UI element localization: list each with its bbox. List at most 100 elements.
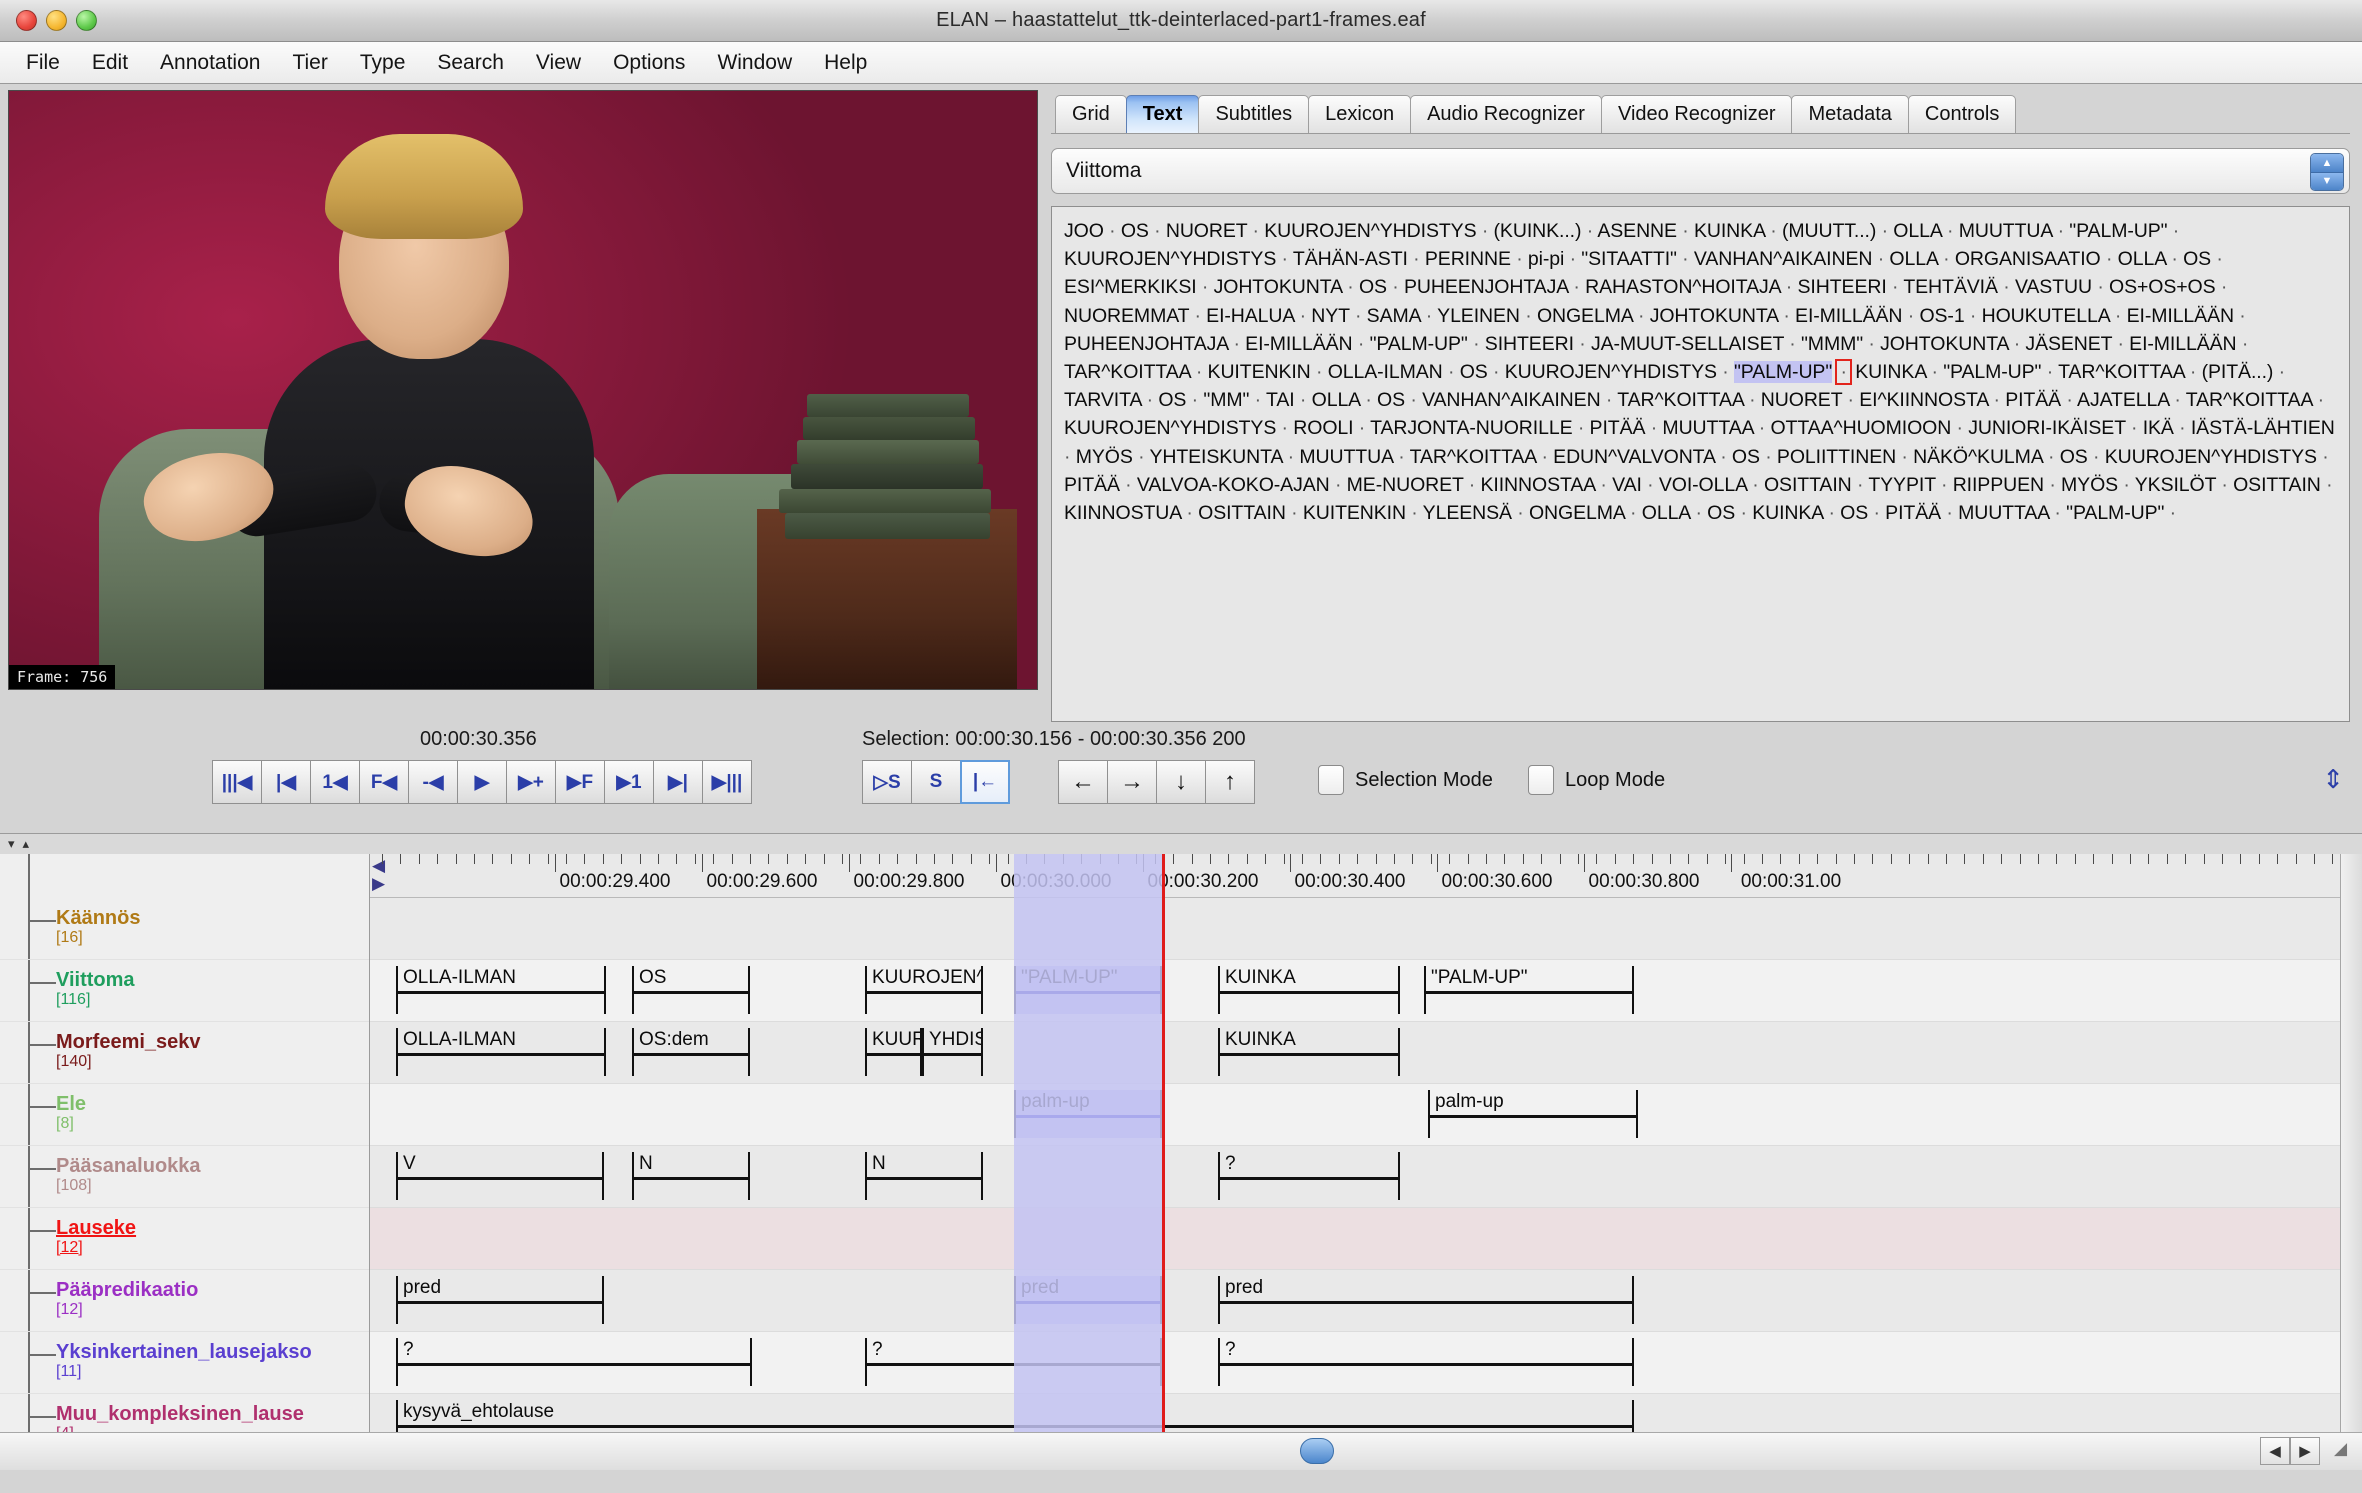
timeline-row-pääpredikaatio[interactable]: pred pred pred — [370, 1270, 2340, 1332]
tier-select-spinner[interactable]: ▲ ▼ — [2310, 153, 2344, 191]
text-token[interactable]: OLLA — [1642, 502, 1690, 524]
tier-down-arrow-button[interactable]: ↓ — [1156, 760, 1206, 804]
text-token[interactable]: OSITTAIN — [1198, 502, 1286, 524]
text-token[interactable]: OS+OS+OS — [2109, 276, 2216, 298]
text-token[interactable]: JOO — [1064, 220, 1104, 242]
tier-row-pääsanaluokka[interactable]: Pääsanaluokka [108] — [0, 1146, 369, 1208]
panel-resize-grip-icon[interactable]: ⇕ — [2322, 764, 2344, 795]
annotation-block[interactable]: pred — [1014, 1276, 1162, 1324]
tab-metadata[interactable]: Metadata — [1791, 95, 1909, 133]
timeline-ruler[interactable]: ◀ ▶ 00:00:29.400 00:00:29.600 00:00:29.800… — [370, 854, 2340, 898]
annotation-block[interactable]: palm-up — [1014, 1090, 1162, 1138]
hscroll-left-arrow-icon[interactable]: ◀ — [2260, 1437, 2290, 1465]
text-token[interactable]: YHTEISKUNTA — [1149, 446, 1282, 468]
tab-grid[interactable]: Grid — [1055, 95, 1127, 133]
play-selection-button[interactable]: ▷S — [862, 760, 912, 804]
annotation-block[interactable]: palm-up — [1428, 1090, 1638, 1138]
ruler-left-handle-icon-2[interactable]: ▶ — [372, 874, 385, 894]
text-token[interactable]: OS — [1460, 361, 1488, 383]
previous-scroll-view-button[interactable]: |◀ — [261, 760, 311, 804]
text-token[interactable]: ME-NUORET — [1347, 474, 1464, 496]
timeline-canvas[interactable]: ◀ ▶ 00:00:29.400 00:00:29.600 00:00:29.800… — [370, 854, 2340, 1432]
spinner-down-icon[interactable]: ▼ — [2311, 171, 2343, 190]
text-token[interactable]: TYYPIT — [1868, 474, 1935, 496]
timeline-expand-icon[interactable]: ▴ — [23, 836, 30, 852]
text-token[interactable]: NÄKÖ^KULMA — [1913, 446, 2043, 468]
text-token[interactable]: (MUUTT...) — [1782, 220, 1876, 242]
text-token[interactable]: OLLA — [1893, 220, 1941, 242]
text-token[interactable]: TAI — [1266, 389, 1295, 411]
menu-type[interactable]: Type — [346, 48, 420, 78]
text-token[interactable]: EI^KIINNOSTA — [1859, 389, 1988, 411]
tab-controls[interactable]: Controls — [1907, 95, 2017, 133]
text-token[interactable]: EI-MILLÄÄN — [1245, 333, 1352, 355]
text-token[interactable]: OS — [1359, 276, 1387, 298]
annotation-block[interactable]: OS:dem — [632, 1028, 750, 1076]
text-token[interactable]: YLEINEN — [1437, 305, 1520, 327]
tier-row-viittoma[interactable]: Viittoma [116] — [0, 960, 369, 1022]
hscroll-right-arrow-icon[interactable]: ▶ — [2290, 1437, 2320, 1465]
text-token[interactable]: OSITTAIN — [2233, 474, 2321, 496]
menu-edit[interactable]: Edit — [78, 48, 142, 78]
text-token[interactable]: TAR^KOITTAA — [1410, 446, 1537, 468]
spinner-up-icon[interactable]: ▲ — [2311, 154, 2343, 172]
annotation-block[interactable]: V — [396, 1152, 604, 1200]
tab-lexicon[interactable]: Lexicon — [1308, 95, 1412, 133]
text-token[interactable]: OS — [1158, 389, 1186, 411]
text-token[interactable]: SAMA — [1367, 305, 1421, 327]
text-token[interactable]: ESI^MERKIKSI — [1064, 276, 1197, 298]
text-token[interactable]: NUOREMMAT — [1064, 305, 1189, 327]
text-token[interactable]: IÄSTÄ-LÄHTIEN — [2191, 417, 2335, 439]
text-token[interactable]: KUUROJEN^YHDISTYS — [1505, 361, 1717, 383]
text-token[interactable]: JOHTOKUNTA — [1650, 305, 1778, 327]
video-player[interactable]: Frame: 756 — [8, 90, 1038, 690]
next-scroll-view-button[interactable]: ▶| — [653, 760, 703, 804]
text-token[interactable]: PITÄÄ — [1064, 474, 1120, 496]
text-token[interactable]: OSITTAIN — [1764, 474, 1852, 496]
text-token[interactable]: HOUKUTELLA — [1982, 305, 2110, 327]
text-token[interactable]: JUNIORI-IKÄISET — [1968, 417, 2126, 439]
annotation-block[interactable]: N — [632, 1152, 750, 1200]
tier-row-morfeemi_sekv[interactable]: Morfeemi_sekv [140] — [0, 1022, 369, 1084]
text-viewer[interactable]: JOO · OS · NUORET · KUUROJEN^YHDISTYS · … — [1051, 206, 2350, 722]
annotation-block[interactable]: YHDIST — [922, 1028, 983, 1076]
text-token[interactable]: NUORET — [1761, 389, 1842, 411]
text-token[interactable]: OS — [1377, 389, 1405, 411]
text-token[interactable]: MUUTTUA — [1299, 446, 1393, 468]
text-token[interactable]: TARVITA — [1064, 389, 1141, 411]
text-token[interactable]: NYT — [1311, 305, 1349, 327]
tier-up-arrow-button[interactable]: ↑ — [1205, 760, 1255, 804]
text-token[interactable]: "PALM-UP" — [2069, 220, 2167, 242]
text-token-selected[interactable]: "PALM-UP" — [1733, 361, 1832, 384]
annotation-block[interactable]: KUINKA — [1218, 1028, 1400, 1076]
selection-mode-checkbox[interactable] — [1318, 765, 1344, 795]
annotation-arrow-group[interactable]: ← → ↓ ↑ — [1058, 760, 1255, 804]
annotation-block[interactable]: ? — [1218, 1152, 1400, 1200]
playback-button-group[interactable]: |||◀ |◀ 1◀ F◀ -◀ ▶ ▶+ ▶F ▶1 ▶| ▶||| — [212, 760, 752, 804]
menu-tier[interactable]: Tier — [278, 48, 341, 78]
text-token[interactable]: OS — [1732, 446, 1760, 468]
next-annotation-arrow-button[interactable]: → — [1107, 760, 1157, 804]
previous-annotation-arrow-button[interactable]: ← — [1058, 760, 1108, 804]
text-token[interactable]: "PALM-UP" — [1370, 333, 1468, 355]
text-token[interactable]: EI-HALUA — [1206, 305, 1294, 327]
tab-video-recognizer[interactable]: Video Recognizer — [1600, 95, 1793, 133]
play-selection-end-button[interactable]: ▶+ — [506, 760, 556, 804]
text-token[interactable]: KUUROJEN^YHDISTYS — [2105, 446, 2317, 468]
menu-window[interactable]: Window — [703, 48, 806, 78]
annotation-block[interactable]: "PALM-UP" — [1424, 966, 1634, 1014]
timeline-row-ele[interactable]: palm-up palm-up — [370, 1084, 2340, 1146]
text-token[interactable]: JÄSENET — [2025, 333, 2112, 355]
text-token[interactable]: "MM" — [1203, 389, 1249, 411]
text-token[interactable]: KUUROJEN^YHDISTYS — [1264, 220, 1476, 242]
annotation-block[interactable]: KUURO — [865, 1028, 922, 1076]
loop-mode-checkbox-wrap[interactable]: Loop Mode — [1528, 765, 1665, 795]
selection-mode-checkbox-wrap[interactable]: Selection Mode — [1318, 765, 1493, 795]
text-token[interactable]: NUORET — [1166, 220, 1247, 242]
text-token[interactable]: EI-MILLÄÄN — [1795, 305, 1902, 327]
annotation-block[interactable]: OLLA-ILMAN — [396, 1028, 606, 1076]
annotation-block[interactable]: ? — [865, 1338, 1162, 1386]
text-token[interactable]: AJATELLA — [2077, 389, 2169, 411]
loop-mode-checkbox[interactable] — [1528, 765, 1554, 795]
play-pause-button[interactable]: ▶ — [457, 760, 507, 804]
